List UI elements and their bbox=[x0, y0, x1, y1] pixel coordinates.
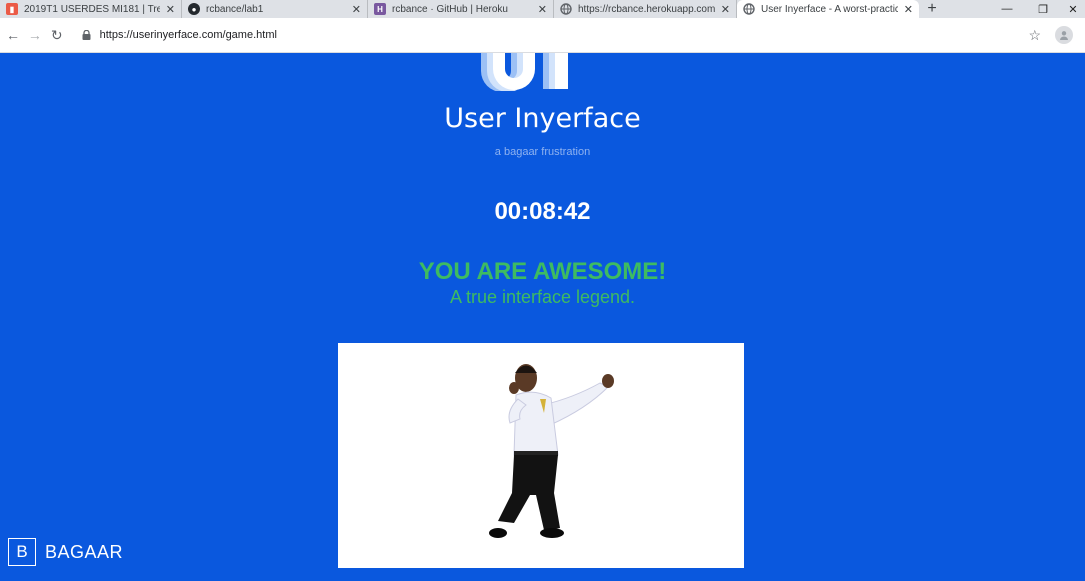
forward-icon[interactable]: → bbox=[24, 24, 46, 46]
bagaar-logo-text: BAGAAR bbox=[45, 541, 124, 562]
game-page: User Inyerface a bagaar frustration 00:0… bbox=[0, 53, 1085, 581]
lock-icon bbox=[82, 30, 92, 40]
bagaar-logo-mark: B bbox=[8, 538, 36, 566]
close-icon[interactable]: ✕ bbox=[166, 3, 175, 16]
tab-title: 2019T1 USERDES MI181 | Trello bbox=[24, 3, 160, 15]
tab-github[interactable]: ● rcbance/lab1 ✕ bbox=[182, 0, 368, 18]
address-text: https://userinyerface.com/game.html bbox=[99, 29, 277, 41]
globe-icon bbox=[560, 3, 572, 15]
heroku-icon: H bbox=[374, 3, 386, 15]
profile-avatar[interactable] bbox=[1055, 26, 1073, 44]
ui-logo-icon bbox=[481, 53, 568, 91]
tab-heroku[interactable]: H rcbance · GitHub | Heroku ✕ bbox=[368, 0, 554, 18]
close-icon[interactable]: ✕ bbox=[904, 3, 913, 16]
tab-strip: ▮ 2019T1 USERDES MI181 | Trello ✕ ● rcba… bbox=[0, 0, 1085, 18]
window-controls: — ❐ ✕ bbox=[989, 0, 1085, 18]
restore-icon[interactable]: ❐ bbox=[1025, 0, 1061, 18]
globe-icon bbox=[743, 3, 755, 15]
celebration-image bbox=[338, 343, 744, 568]
github-icon: ● bbox=[188, 3, 200, 15]
tab-title: rcbance · GitHub | Heroku bbox=[392, 3, 508, 15]
close-icon[interactable]: ✕ bbox=[721, 3, 730, 16]
congrats-subtext: A true interface legend. bbox=[449, 287, 636, 307]
close-icon[interactable]: ✕ bbox=[538, 3, 547, 16]
trello-icon: ▮ bbox=[6, 3, 18, 15]
browser-toolbar: ← → ↻ https://userinyerface.com/game.htm… bbox=[0, 18, 1085, 53]
minimize-icon[interactable]: — bbox=[989, 0, 1025, 18]
bookmark-star-icon[interactable]: ☆ bbox=[1029, 27, 1042, 44]
congrats-heading: YOU ARE AWESOME! bbox=[418, 258, 667, 285]
tab-trello[interactable]: ▮ 2019T1 USERDES MI181 | Trello ✕ bbox=[0, 0, 182, 18]
app-subtitle: a bagaar frustration bbox=[494, 146, 591, 158]
app-title: User Inyerface bbox=[444, 103, 641, 134]
address-bar[interactable]: https://userinyerface.com/game.html bbox=[74, 23, 1029, 47]
bagaar-logo[interactable]: B BAGAAR bbox=[8, 537, 123, 567]
close-icon[interactable]: ✕ bbox=[352, 3, 361, 16]
tab-herokuapp[interactable]: https://rcbance.herokuapp.com ✕ bbox=[554, 0, 737, 18]
dancing-man-image bbox=[489, 364, 614, 538]
reload-icon[interactable]: ↻ bbox=[46, 24, 68, 46]
new-tab-button[interactable]: + bbox=[919, 0, 945, 18]
tab-title: User Inyerface - A worst-practice bbox=[761, 3, 898, 15]
back-icon[interactable]: ← bbox=[2, 24, 24, 46]
tab-title: https://rcbance.herokuapp.com bbox=[578, 3, 715, 15]
tab-title: rcbance/lab1 bbox=[206, 3, 264, 15]
tab-user-inyerface[interactable]: User Inyerface - A worst-practice ✕ bbox=[737, 0, 919, 18]
close-window-icon[interactable]: ✕ bbox=[1061, 0, 1085, 18]
game-timer: 00:08:42 bbox=[494, 198, 591, 225]
